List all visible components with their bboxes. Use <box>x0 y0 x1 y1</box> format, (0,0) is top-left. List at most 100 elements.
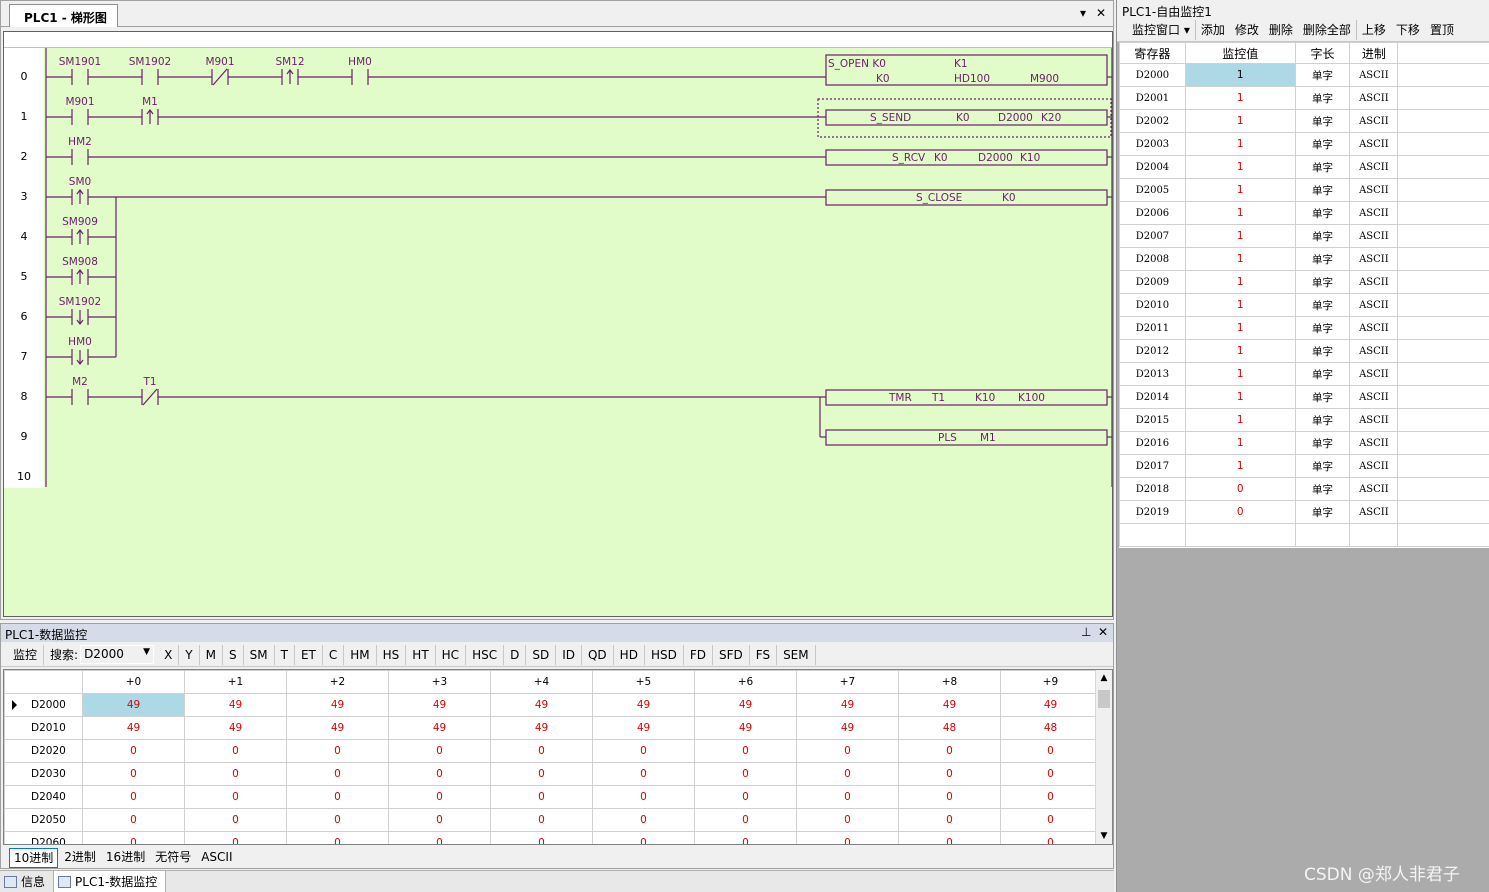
data-cell[interactable]: 0 <box>694 762 797 786</box>
base-cell[interactable]: ASCII <box>1349 339 1399 363</box>
data-cell[interactable]: 0 <box>694 785 797 809</box>
free-toolbar-item-2[interactable]: 修改 <box>1230 20 1264 40</box>
data-cell[interactable]: 0 <box>796 785 899 809</box>
data-cell[interactable]: 0 <box>490 762 593 786</box>
data-cell[interactable]: 49 <box>694 693 797 717</box>
data-cell[interactable]: 0 <box>592 808 695 832</box>
data-cell[interactable]: 0 <box>82 739 185 763</box>
data-cell[interactable]: 49 <box>490 716 593 740</box>
table-row[interactable]: D2019 0 单字 ASCII <box>1119 500 1489 524</box>
register-tab-id[interactable]: ID <box>556 644 582 665</box>
base-cell[interactable]: ASCII <box>1349 316 1399 340</box>
table-row[interactable]: D2000 49 49 49 49 49 49 49 49 49 49 <box>4 693 1102 717</box>
scroll-thumb[interactable] <box>1098 690 1110 708</box>
base-cell[interactable]: ASCII <box>1349 477 1399 501</box>
register-tab-hd[interactable]: HD <box>614 644 645 665</box>
register-tab-m[interactable]: M <box>200 644 223 665</box>
base-tab-2[interactable]: 16进制 <box>102 848 149 868</box>
data-cell[interactable]: 0 <box>490 785 593 809</box>
value-cell[interactable]: 0 <box>1184 500 1296 524</box>
register-tab-d[interactable]: D <box>504 644 527 665</box>
word-length-cell[interactable]: 单字 <box>1294 178 1351 202</box>
free-toolbar-item-5[interactable]: 上移 <box>1357 20 1391 40</box>
table-row[interactable]: D2020 0 0 0 0 0 0 0 0 0 0 <box>4 739 1102 763</box>
data-cell[interactable]: 0 <box>286 739 389 763</box>
table-row[interactable]: D2006 1 单字 ASCII <box>1119 201 1489 225</box>
base-cell[interactable]: ASCII <box>1349 270 1399 294</box>
data-cell[interactable]: 0 <box>796 831 899 844</box>
data-cell[interactable]: 0 <box>592 739 695 763</box>
data-cell[interactable]: 0 <box>286 808 389 832</box>
base-cell[interactable]: ASCII <box>1349 63 1399 87</box>
free-toolbar-item-0[interactable]: 监控窗口 ▾ <box>1127 20 1196 40</box>
data-cell[interactable]: 0 <box>82 808 185 832</box>
data-cell[interactable]: 49 <box>286 693 389 717</box>
table-row[interactable]: D2000 1 单字 ASCII <box>1119 63 1489 87</box>
tab-ladder[interactable]: PLC1 - 梯形图 <box>9 4 118 27</box>
data-cell[interactable]: 49 <box>286 716 389 740</box>
data-cell[interactable]: 0 <box>898 762 1001 786</box>
value-cell[interactable]: 1 <box>1184 86 1296 110</box>
data-cell[interactable]: 0 <box>898 739 1001 763</box>
data-cell[interactable]: 0 <box>388 785 491 809</box>
free-toolbar-item-1[interactable]: 添加 <box>1196 20 1230 40</box>
word-length-cell[interactable]: 单字 <box>1294 431 1351 455</box>
base-cell[interactable]: ASCII <box>1349 109 1399 133</box>
base-cell[interactable]: ASCII <box>1349 247 1399 271</box>
data-cell[interactable]: 0 <box>490 831 593 844</box>
data-cell[interactable]: 0 <box>796 762 899 786</box>
data-cell[interactable]: 0 <box>388 739 491 763</box>
data-cell[interactable]: 0 <box>82 762 185 786</box>
word-length-cell[interactable]: 单字 <box>1294 385 1351 409</box>
data-cell[interactable]: 0 <box>1000 831 1101 844</box>
register-tab-hsd[interactable]: HSD <box>645 644 684 665</box>
value-cell[interactable]: 1 <box>1184 270 1296 294</box>
register-tab-sm[interactable]: SM <box>244 644 275 665</box>
word-length-cell[interactable]: 单字 <box>1294 316 1351 340</box>
table-row[interactable]: D2002 1 单字 ASCII <box>1119 109 1489 133</box>
register-tab-ht[interactable]: HT <box>406 644 436 665</box>
word-length-cell[interactable]: 单字 <box>1294 132 1351 156</box>
data-cell[interactable]: 0 <box>388 762 491 786</box>
base-cell[interactable]: ASCII <box>1349 293 1399 317</box>
value-cell[interactable]: 1 <box>1184 63 1296 87</box>
table-row[interactable]: D2017 1 单字 ASCII <box>1119 454 1489 478</box>
base-cell[interactable]: ASCII <box>1349 86 1399 110</box>
data-cell[interactable]: 49 <box>694 716 797 740</box>
base-cell[interactable]: ASCII <box>1349 155 1399 179</box>
free-toolbar-item-4[interactable]: 删除全部 <box>1298 20 1357 40</box>
data-cell[interactable]: 49 <box>796 716 899 740</box>
value-cell[interactable]: 1 <box>1184 178 1296 202</box>
word-length-cell[interactable]: 单字 <box>1294 109 1351 133</box>
word-length-cell[interactable]: 单字 <box>1294 477 1351 501</box>
base-cell[interactable]: ASCII <box>1349 362 1399 386</box>
value-cell[interactable]: 1 <box>1184 385 1296 409</box>
data-cell[interactable]: 0 <box>592 785 695 809</box>
data-cell[interactable]: 0 <box>184 739 287 763</box>
register-tab-et[interactable]: ET <box>295 644 323 665</box>
base-cell[interactable]: ASCII <box>1349 454 1399 478</box>
register-tab-hsc[interactable]: HSC <box>466 644 505 665</box>
data-cell[interactable]: 49 <box>592 693 695 717</box>
vertical-scrollbar[interactable]: ▲ ▼ <box>1095 670 1112 844</box>
register-tab-hs[interactable]: HS <box>377 644 407 665</box>
register-tab-y[interactable]: Y <box>179 644 200 665</box>
value-cell[interactable]: 1 <box>1184 224 1296 248</box>
monitor-button[interactable]: 监控 <box>7 644 45 665</box>
data-cell[interactable]: 0 <box>184 762 287 786</box>
data-cell[interactable]: 48 <box>898 716 1001 740</box>
word-length-cell[interactable]: 单字 <box>1294 270 1351 294</box>
data-cell[interactable]: 49 <box>82 716 185 740</box>
register-tab-qd[interactable]: QD <box>582 644 614 665</box>
data-cell[interactable]: 0 <box>1000 785 1101 809</box>
data-cell[interactable]: 0 <box>490 808 593 832</box>
value-cell[interactable]: 1 <box>1184 155 1296 179</box>
word-length-cell[interactable]: 单字 <box>1294 454 1351 478</box>
data-cell[interactable]: 0 <box>796 808 899 832</box>
base-cell[interactable]: ASCII <box>1349 431 1399 455</box>
data-cell[interactable]: 0 <box>898 785 1001 809</box>
value-cell[interactable]: 1 <box>1184 201 1296 225</box>
register-tab-fd[interactable]: FD <box>684 644 713 665</box>
word-length-cell[interactable]: 单字 <box>1294 201 1351 225</box>
data-cell[interactable]: 49 <box>388 693 491 717</box>
